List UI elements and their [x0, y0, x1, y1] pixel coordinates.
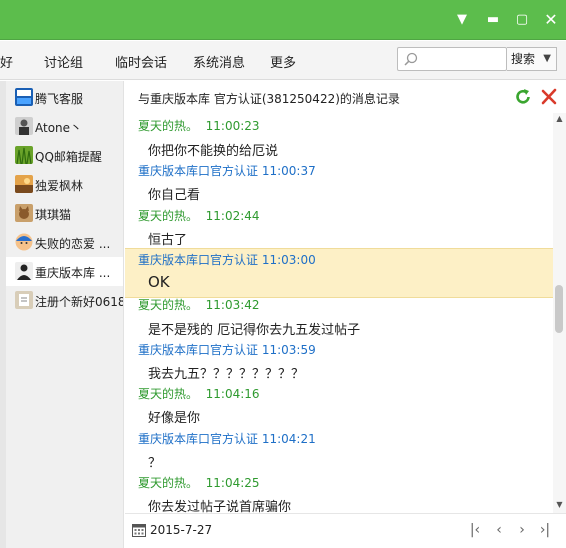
contact-item[interactable]: 腾飞客服 — [6, 83, 123, 112]
history-footer: 2015-7-27 |‹ ‹ › ›| — [125, 513, 566, 548]
contact-item[interactable]: QQ邮箱提醒 — [6, 141, 123, 170]
contact-name: 注册个新好0618 — [35, 295, 123, 309]
scroll-down-icon[interactable]: ▼ — [553, 499, 566, 511]
maximize-icon[interactable]: ▢ — [513, 11, 531, 29]
contact-item[interactable]: 失败的恋爱 ... — [6, 228, 123, 257]
history-header: 与重庆版本库 官方认证(381250422)的消息记录 — [125, 81, 566, 113]
search-button[interactable]: 搜索 ▼ — [507, 47, 557, 71]
sender-name: 夏天的热。 — [138, 387, 199, 401]
message-header: 重庆版本库口官方认证 11:04:21 — [138, 430, 316, 447]
message-scrollbar[interactable]: ▲ ▼ — [553, 113, 566, 513]
contact-item[interactable]: 琪琪猫 — [6, 199, 123, 228]
last-page-icon[interactable]: ›| — [535, 520, 555, 540]
message-time: 11:03:42 — [205, 298, 260, 312]
sender-name: 夏天的热。 — [138, 298, 199, 312]
message-time: 11:03:59 — [261, 343, 316, 357]
sender-name: 夏天的热。 — [138, 476, 199, 490]
tab-more[interactable]: 更多 — [270, 52, 296, 71]
contact-item-selected[interactable]: 重庆版本库 ... — [6, 257, 123, 286]
cat-photo-icon — [15, 204, 33, 222]
history-date: 2015-7-27 — [150, 523, 213, 537]
chevron-down-icon[interactable]: ▼ — [543, 48, 551, 70]
message-header: 夏天的热。 11:02:44 — [138, 207, 260, 224]
sender-name: 重庆版本库口官方认证 — [138, 432, 259, 446]
message-header: 夏天的热。 11:04:16 — [138, 385, 260, 402]
grass-photo-icon — [15, 146, 33, 164]
sender-name: 夏天的热。 — [138, 119, 199, 133]
message-time: 11:02:44 — [205, 209, 260, 223]
message-text: 你把你不能换的给厄说 — [148, 144, 279, 159]
message-header: 夏天的热。 11:00:23 — [138, 117, 260, 134]
next-page-icon[interactable]: › — [512, 520, 532, 540]
contact-item[interactable]: 独爱枫林 — [6, 170, 123, 199]
dropdown-menu-icon[interactable]: ▼ — [453, 11, 471, 29]
title-bar: ▼ ▬ ▢ ✕ — [0, 0, 566, 40]
contact-name: QQ邮箱提醒 — [35, 150, 102, 164]
tab-system-messages[interactable]: 系统消息 — [193, 52, 245, 71]
sender-name: 重庆版本库口官方认证 — [138, 343, 259, 357]
message-header: 重庆版本库口官方认证 11:00:37 — [138, 162, 316, 179]
message-text: ？ — [148, 456, 162, 471]
landscape-photo-icon — [15, 175, 33, 193]
contact-name: 腾飞客服 — [35, 92, 84, 106]
tab-discussion-group[interactable]: 讨论组 — [44, 52, 83, 71]
message-text: OK — [148, 273, 170, 291]
contact-name: Atone丶 — [35, 121, 83, 135]
message-text: 我去九五？？？？？？？？ — [148, 367, 305, 382]
message-list: 夏天的热。 11:00:23 你把你不能换的给厄说 重庆版本库口官方认证 11:… — [125, 113, 553, 513]
minimize-icon[interactable]: ▬ — [484, 11, 502, 29]
calendar-icon[interactable] — [132, 523, 146, 537]
sender-name: 夏天的热。 — [138, 209, 199, 223]
message-header: 夏天的热。 11:04:25 — [138, 474, 260, 491]
tengfei-logo-icon — [15, 88, 33, 106]
message-time: 11:04:21 — [261, 432, 316, 446]
doc-avatar-icon — [15, 291, 33, 309]
message-time: 11:00:37 — [261, 164, 316, 178]
message-header: 夏天的热。 11:03:42 — [138, 296, 260, 313]
tab-temp-chat[interactable]: 临时会话 — [115, 52, 167, 71]
message-time: 11:04:25 — [205, 476, 260, 490]
message-text: 你去发过帖子说首席骗你 — [148, 500, 292, 513]
previous-page-icon[interactable]: ‹ — [489, 520, 509, 540]
message-time: 11:03:00 — [261, 253, 316, 267]
search-icon — [404, 52, 418, 66]
person-silhouette-icon — [15, 262, 33, 280]
message-header: 重庆版本库口官方认证 11:03:00 — [138, 251, 316, 268]
message-header: 重庆版本库口官方认证 11:03:59 — [138, 341, 316, 358]
message-text: 恒古了 — [148, 233, 188, 248]
contact-name: 重庆版本库 ... — [35, 266, 111, 280]
message-time: 11:00:23 — [205, 119, 260, 133]
message-text: 你自己看 — [148, 188, 201, 203]
first-page-icon[interactable]: |‹ — [465, 520, 485, 540]
scroll-thumb[interactable] — [555, 285, 563, 333]
sender-name: 重庆版本库口官方认证 — [138, 164, 259, 178]
scroll-up-icon[interactable]: ▲ — [553, 113, 566, 125]
contact-name: 失败的恋爱 ... — [35, 237, 111, 251]
refresh-icon[interactable] — [513, 87, 533, 107]
contact-sidebar: 腾飞客服 Atone丶 QQ邮箱提醒 独爱枫林 琪琪猫 失败的恋爱 ... 重庆… — [0, 81, 124, 548]
person-photo-icon — [15, 117, 33, 135]
close-window-icon[interactable]: ✕ — [542, 11, 560, 29]
search-button-label: 搜索 — [511, 52, 536, 66]
sender-name: 重庆版本库口官方认证 — [138, 253, 259, 267]
cartoon-avatar-icon — [15, 233, 33, 251]
contact-name: 独爱枫林 — [35, 179, 84, 193]
contact-name: 琪琪猫 — [35, 208, 72, 222]
message-text: 是不是残的 厄记得你去九五发过帖子 — [148, 323, 361, 338]
close-red-x-icon[interactable] — [539, 87, 559, 107]
message-text: 好像是你 — [148, 411, 201, 426]
contact-item[interactable]: 注册个新好0618 — [6, 286, 123, 315]
tab-friends[interactable]: 好 — [0, 52, 13, 71]
search-input[interactable] — [397, 47, 507, 71]
contact-item[interactable]: Atone丶 — [6, 112, 123, 141]
history-title: 与重庆版本库 官方认证(381250422)的消息记录 — [138, 92, 400, 106]
message-time: 11:04:16 — [205, 387, 260, 401]
